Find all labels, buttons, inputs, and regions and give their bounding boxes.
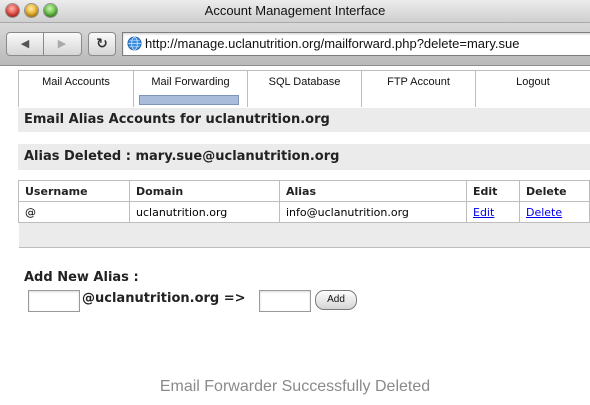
history-nav: ◀ ▶ [6,32,82,56]
nav-sql-database[interactable]: SQL Database [247,71,361,107]
title-bar: Account Management Interface [0,0,590,23]
nav-mail-accounts[interactable]: Mail Accounts [18,71,133,107]
browser-window: Account Management Interface ◀ ▶ ↻ http:… [0,0,590,334]
cell-username: @ [18,201,130,223]
nav-label: Mail Forwarding [151,76,230,88]
add-button[interactable]: Add [315,290,357,310]
top-nav: Mail Accounts Mail Forwarding SQL Databa… [18,70,590,107]
table-row: @ uclanutrition.org info@uclanutrition.o… [18,201,590,223]
nav-ftp-account[interactable]: FTP Account [361,71,475,107]
nav-label: Mail Accounts [42,76,110,88]
alias-table: Username Domain Alias Edit Delete @ ucla… [18,180,590,248]
left-arrow-icon: ◀ [20,37,30,50]
forward-button[interactable]: ▶ [44,33,80,55]
alias-target-input[interactable] [259,290,311,312]
active-tab-indicator [139,95,239,105]
reload-button[interactable]: ↻ [88,32,116,56]
deleted-message: Alias Deleted : mary.sue@uclanutrition.o… [24,149,340,164]
address-bar[interactable]: http://manage.uclanutrition.org/mailforw… [122,32,590,56]
col-domain: Domain [129,180,280,202]
table-header-row: Username Domain Alias Edit Delete [18,180,590,202]
reload-icon: ↻ [96,36,108,52]
alias-domain-label: @uclanutrition.org => [82,291,246,306]
status-message: Email Forwarder Successfully Deleted [159,378,431,395]
section-title: Email Alias Accounts for uclanutrition.o… [24,112,330,127]
edit-link[interactable]: Edit [473,206,494,219]
page-content: Mail Accounts Mail Forwarding SQL Databa… [0,66,590,334]
table-spacer-row [18,222,590,248]
delete-link[interactable]: Delete [526,206,562,219]
col-edit: Edit [466,180,520,202]
add-alias-form: Add New Alias : @uclanutrition.org => Ad… [18,264,590,334]
section-header: Email Alias Accounts for uclanutrition.o… [18,108,590,132]
cell-edit: Edit [466,201,520,223]
col-username: Username [18,180,130,202]
add-alias-title: Add New Alias : [24,270,139,285]
right-arrow-icon: ▶ [57,37,67,50]
nav-logout[interactable]: Logout [475,71,590,107]
cell-domain: uclanutrition.org [129,201,280,223]
cell-delete: Delete [519,201,590,223]
url-text[interactable]: http://manage.uclanutrition.org/mailforw… [145,36,519,51]
cell-alias: info@uclanutrition.org [279,201,467,223]
globe-icon [127,36,142,51]
spacer-cell [18,222,590,248]
alert-bar: Alias Deleted : mary.sue@uclanutrition.o… [18,144,590,170]
browser-toolbar: ◀ ▶ ↻ http://manage.uclanutrition.org/ma… [0,23,590,66]
col-delete: Delete [519,180,590,202]
col-alias: Alias [279,180,467,202]
window-title: Account Management Interface [204,3,386,18]
nav-label: FTP Account [387,76,450,88]
alias-username-input[interactable] [28,290,80,312]
back-button[interactable]: ◀ [7,33,44,55]
nav-label: Logout [516,76,550,88]
nav-label: SQL Database [268,76,341,88]
